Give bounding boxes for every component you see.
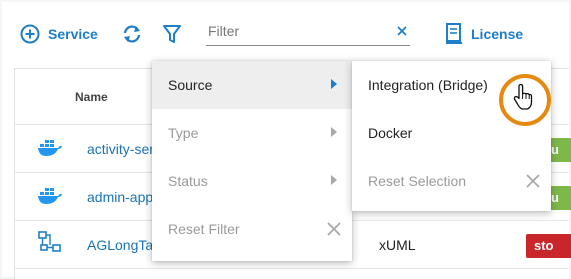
menu-item-label: Docker [368, 125, 413, 141]
menu-item-type[interactable]: Type [152, 109, 352, 157]
column-header-name[interactable]: Name [75, 90, 108, 104]
add-service-button[interactable]: Service [20, 24, 98, 44]
filter-placeholder: Filter [208, 23, 240, 39]
service-type: xUML [379, 237, 416, 253]
refresh-icon [123, 25, 141, 43]
add-circle-icon [20, 24, 40, 44]
integration-icon [38, 231, 61, 252]
menu-item-label: Source [168, 77, 213, 93]
menu-item-label: Status [168, 173, 208, 189]
funnel-icon [163, 25, 181, 43]
license-button-label: License [471, 26, 524, 42]
chevron-right-icon [331, 79, 337, 89]
row-divider [15, 268, 569, 269]
filter-button[interactable] [163, 24, 181, 44]
chevron-right-icon [331, 175, 337, 185]
clear-icon [526, 174, 540, 188]
clear-icon [327, 222, 341, 236]
service-link[interactable]: activity-ser [87, 141, 153, 157]
menu-item-source[interactable]: Source [152, 61, 352, 109]
menu-item-reset-filter[interactable]: Reset Filter [152, 205, 352, 253]
filter-input[interactable]: Filter [206, 20, 410, 46]
status-badge: sto [526, 234, 571, 258]
chevron-right-icon [331, 127, 337, 137]
filter-menu: Source Type Status Reset Filter [152, 61, 352, 261]
hand-cursor-icon [513, 83, 533, 110]
menu-item-label: Reset Selection [368, 173, 467, 189]
menu-item-label: Integration (Bridge) [368, 77, 488, 93]
menu-item-reset-selection[interactable]: Reset Selection [352, 157, 551, 205]
service-button-label: Service [48, 26, 98, 42]
docker-icon [38, 188, 62, 204]
menu-item-label: Reset Filter [168, 221, 240, 237]
license-button[interactable]: License [445, 23, 523, 45]
menu-item-label: Type [168, 125, 199, 141]
docker-icon [38, 140, 62, 156]
license-icon [446, 23, 462, 44]
service-link[interactable]: AGLongTa [87, 237, 153, 253]
service-link[interactable]: admin-app [87, 189, 153, 205]
clear-icon[interactable] [396, 25, 408, 37]
cursor-highlight [499, 74, 551, 126]
refresh-button[interactable] [121, 24, 143, 44]
menu-item-status[interactable]: Status [152, 157, 352, 205]
